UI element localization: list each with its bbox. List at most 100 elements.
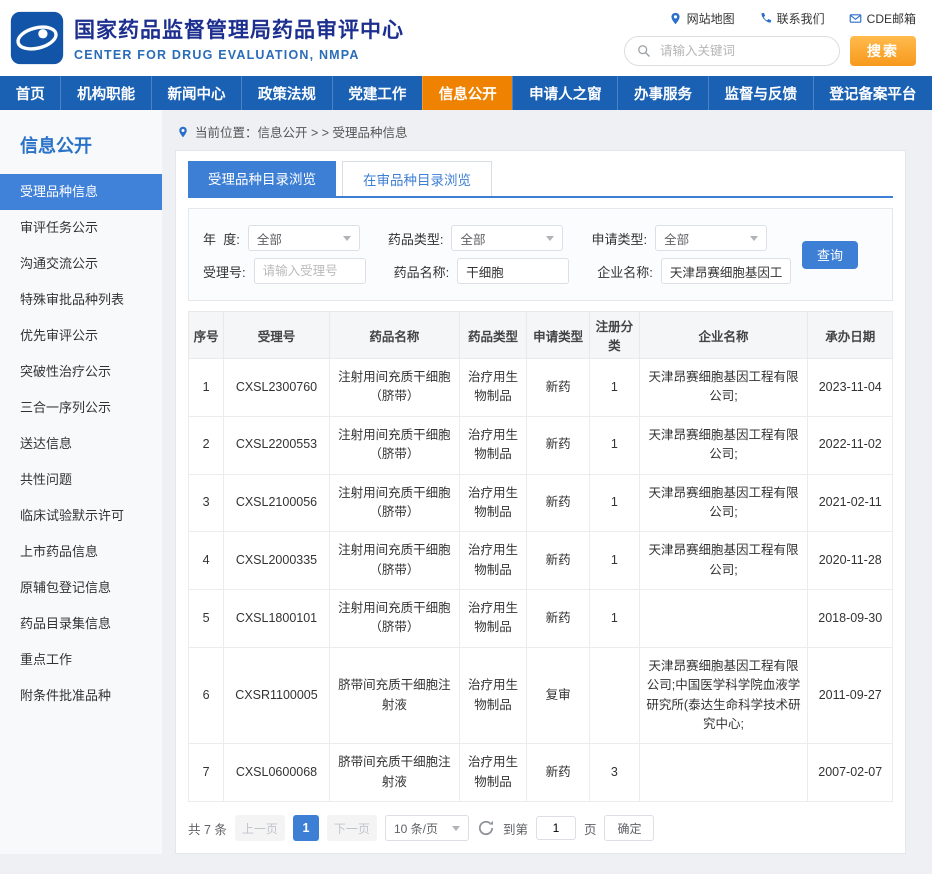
site-search-input[interactable] — [658, 43, 827, 59]
sidebar-menu: 受理品种信息审评任务公示沟通交流公示特殊审批品种列表优先审评公示突破性治疗公示三… — [0, 174, 162, 714]
nav-item[interactable]: 机构职能 — [60, 76, 150, 110]
sidebar-item[interactable]: 临床试验默示许可 — [0, 498, 162, 534]
nav-item[interactable]: 登记备案平台 — [813, 76, 932, 110]
table-cell: 天津昂赛细胞基因工程有限公司; — [639, 532, 808, 590]
sidebar-item[interactable]: 审评任务公示 — [0, 210, 162, 246]
table-cell: CXSL2300760 — [224, 359, 330, 417]
sidebar-item[interactable]: 特殊审批品种列表 — [0, 282, 162, 318]
year-select[interactable]: 全部 — [248, 225, 360, 251]
table-header-row: 序号受理号药品名称药品类型申请类型注册分类企业名称承办日期 — [189, 312, 893, 359]
acceptance-no-input[interactable] — [254, 258, 366, 284]
search-icon — [637, 44, 651, 58]
drug-name-field: 药品名称: — [394, 258, 570, 284]
table-cell: 新药 — [526, 590, 589, 648]
nav-item[interactable]: 党建工作 — [332, 76, 422, 110]
table-header-cell: 药品名称 — [329, 312, 459, 359]
table-cell: 注射用间充质干细胞（脐带） — [329, 416, 459, 474]
table-row[interactable]: 4CXSL2000335注射用间充质干细胞（脐带）治疗用生物制品新药1天津昂赛细… — [189, 532, 893, 590]
table-cell: 2023-11-04 — [808, 359, 893, 417]
table-cell: 注射用间充质干细胞（脐带） — [329, 474, 459, 532]
sidebar-item[interactable]: 优先审评公示 — [0, 318, 162, 354]
page-number-1[interactable]: 1 — [293, 815, 319, 841]
contact-link[interactable]: 联系我们 — [759, 10, 825, 27]
table-cell: 2 — [189, 416, 224, 474]
content: 信息公开 受理品种信息审评任务公示沟通交流公示特殊审批品种列表优先审评公示突破性… — [0, 110, 932, 874]
goto-label: 到第 — [503, 819, 528, 838]
table-cell — [590, 647, 639, 744]
table-body: 1CXSL2300760注射用间充质干细胞（脐带）治疗用生物制品新药1天津昂赛细… — [189, 359, 893, 802]
table-cell: 治疗用生物制品 — [460, 359, 527, 417]
table-cell: 新药 — [526, 474, 589, 532]
next-page-button[interactable]: 下一页 — [327, 815, 377, 841]
sidebar-item[interactable]: 上市药品信息 — [0, 534, 162, 570]
table-cell: 新药 — [526, 416, 589, 474]
drug-type-select[interactable]: 全部 — [451, 225, 563, 251]
table-row[interactable]: 3CXSL2100056注射用间充质干细胞（脐带）治疗用生物制品新药1天津昂赛细… — [189, 474, 893, 532]
sidebar-item[interactable]: 共性问题 — [0, 462, 162, 498]
table-cell: 2018-09-30 — [808, 590, 893, 648]
tab-under-review-catalog[interactable]: 在审品种目录浏览 — [342, 161, 492, 196]
table-cell: 新药 — [526, 532, 589, 590]
apply-type-select-value: 全部 — [664, 229, 689, 248]
sidebar-item[interactable]: 送达信息 — [0, 426, 162, 462]
refresh-icon[interactable] — [477, 819, 495, 837]
table-cell: 2007-02-07 — [808, 744, 893, 802]
prev-page-button[interactable]: 上一页 — [235, 815, 285, 841]
site-search-button[interactable]: 搜索 — [850, 36, 916, 66]
goto-page-input[interactable] — [536, 816, 576, 840]
table-row[interactable]: 2CXSL2200553注射用间充质干细胞（脐带）治疗用生物制品新药1天津昂赛细… — [189, 416, 893, 474]
nav-item[interactable]: 监督与反馈 — [708, 76, 813, 110]
table-cell: 3 — [590, 744, 639, 802]
tab-accepted-catalog[interactable]: 受理品种目录浏览 — [188, 161, 336, 196]
sidebar-item[interactable]: 药品目录集信息 — [0, 606, 162, 642]
sitemap-link[interactable]: 网站地图 — [669, 10, 735, 27]
table-cell: 2022-11-02 — [808, 416, 893, 474]
site-search[interactable] — [624, 36, 840, 66]
table-row[interactable]: 1CXSL2300760注射用间充质干细胞（脐带）治疗用生物制品新药1天津昂赛细… — [189, 359, 893, 417]
nav-item[interactable]: 首页 — [0, 76, 60, 110]
nav-item[interactable]: 申请人之窗 — [512, 76, 617, 110]
table-row[interactable]: 6CXSR1100005脐带间充质干细胞注射液治疗用生物制品复审天津昂赛细胞基因… — [189, 647, 893, 744]
nav-item[interactable]: 新闻中心 — [151, 76, 241, 110]
sidebar-item[interactable]: 三合一序列公示 — [0, 390, 162, 426]
sitemap-link-label: 网站地图 — [687, 10, 735, 27]
table-cell: CXSL2100056 — [224, 474, 330, 532]
table-cell: 脐带间充质干细胞注射液 — [329, 744, 459, 802]
table-cell: 天津昂赛细胞基因工程有限公司; — [639, 474, 808, 532]
sidebar-item[interactable]: 受理品种信息 — [0, 174, 162, 210]
quick-links: 网站地图 联系我们 CDE邮箱 — [669, 10, 916, 27]
table-cell: 注射用间充质干细胞（脐带） — [329, 590, 459, 648]
nav-item[interactable]: 信息公开 — [422, 76, 512, 110]
nav-item[interactable]: 办事服务 — [617, 76, 707, 110]
page-size-select[interactable]: 10 条/页 — [385, 815, 469, 841]
apply-type-select[interactable]: 全部 — [655, 225, 767, 251]
mailbox-link[interactable]: CDE邮箱 — [849, 10, 916, 27]
nav-item[interactable]: 政策法规 — [241, 76, 331, 110]
filter-row-1: 年 度: 全部 药品类型: 全部 申请类型 — [203, 225, 878, 251]
contact-link-label: 联系我们 — [777, 10, 825, 27]
sidebar-item[interactable]: 沟通交流公示 — [0, 246, 162, 282]
table-cell: CXSR1100005 — [224, 647, 330, 744]
sidebar-item[interactable]: 原辅包登记信息 — [0, 570, 162, 606]
sidebar-item[interactable]: 突破性治疗公示 — [0, 354, 162, 390]
table-cell — [639, 744, 808, 802]
acceptance-no-label: 受理号: — [203, 262, 246, 281]
sidebar-item[interactable]: 附条件批准品种 — [0, 678, 162, 714]
table-row[interactable]: 7CXSL0600068脐带间充质干细胞注射液治疗用生物制品新药32007-02… — [189, 744, 893, 802]
sidebar-title: 信息公开 — [0, 128, 162, 174]
sidebar-item[interactable]: 重点工作 — [0, 642, 162, 678]
table-cell: CXSL1800101 — [224, 590, 330, 648]
query-button[interactable]: 查询 — [802, 241, 858, 269]
table-cell: 1 — [590, 590, 639, 648]
pagination: 共 7 条 上一页 1 下一页 10 条/页 到第 页 确定 — [188, 815, 893, 841]
drug-name-input[interactable] — [457, 258, 569, 284]
table-cell: 新药 — [526, 359, 589, 417]
year-field: 年 度: 全部 — [203, 225, 360, 251]
table-cell: 注射用间充质干细胞（脐带） — [329, 532, 459, 590]
company-input[interactable] — [661, 258, 791, 284]
table-cell: 新药 — [526, 744, 589, 802]
site-titles: 国家药品监督管理局药品审评中心 CENTER FOR DRUG EVALUATI… — [74, 14, 404, 62]
table-header-cell: 序号 — [189, 312, 224, 359]
table-row[interactable]: 5CXSL1800101注射用间充质干细胞（脐带）治疗用生物制品新药12018-… — [189, 590, 893, 648]
confirm-button[interactable]: 确定 — [604, 815, 654, 841]
